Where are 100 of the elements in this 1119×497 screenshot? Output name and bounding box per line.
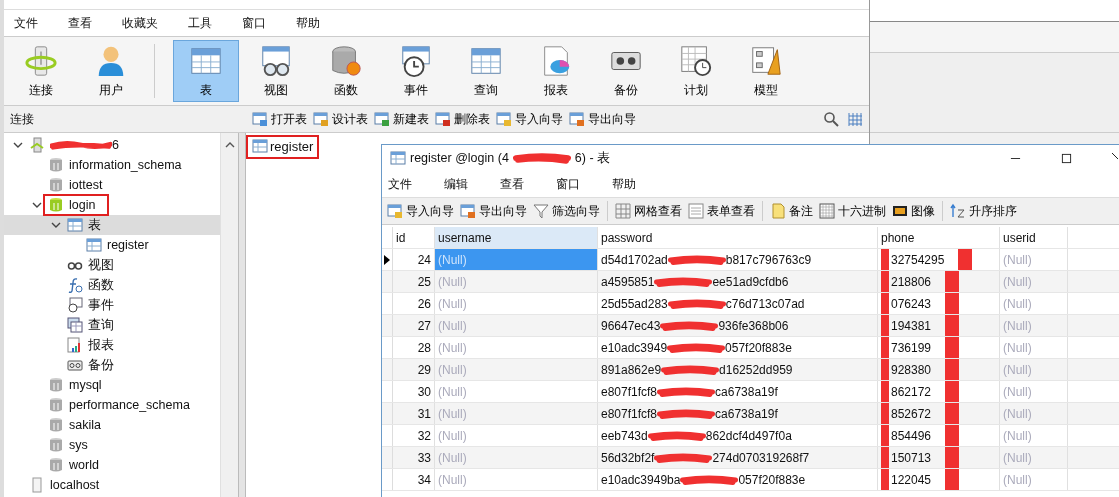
tree-item[interactable]: 函数	[64, 276, 117, 294]
toolbar-button[interactable]: 表单查看	[685, 202, 758, 220]
toolbar-button[interactable]: 视图	[243, 40, 309, 102]
table-cell: (Null)	[1000, 359, 1068, 380]
table-cell: (Null)	[1000, 469, 1068, 490]
tree-item[interactable]: 视图	[64, 256, 117, 274]
toolbar-button[interactable]: 表	[173, 40, 239, 102]
toolbar-button[interactable]: 设计表	[311, 110, 370, 128]
table-cell: 057f20f883e	[725, 340, 792, 355]
table-cell: 057f20f883e	[738, 472, 806, 487]
table-cell: (Null)	[435, 359, 598, 380]
table-cell: 30	[393, 381, 435, 402]
table-cell: (Null)	[1000, 271, 1068, 292]
tree-item[interactable]: 查询	[64, 316, 117, 334]
menu-item[interactable]: 帮助	[612, 175, 636, 193]
menu-item[interactable]: 文件	[388, 175, 412, 193]
toolbar-button[interactable]: 筛选向导	[530, 202, 603, 220]
toolbar-button[interactable]: 备份	[593, 40, 659, 102]
toolbar-button[interactable]: 事件	[383, 40, 449, 102]
table-cell: 25	[393, 271, 435, 292]
table-cell: eeb743d	[601, 428, 648, 443]
table-cell: 27	[393, 315, 435, 336]
toolbar-button[interactable]: 打开表	[250, 110, 309, 128]
menu-item[interactable]: 收藏夹	[118, 14, 170, 32]
table-cell: b817c796763c9	[725, 252, 812, 267]
toolbar-button[interactable]: 图像	[889, 202, 938, 220]
table-cell: (Null)	[1000, 425, 1068, 446]
column-header[interactable]: phone	[878, 227, 1000, 248]
table-cell: ca6738a19f	[715, 384, 778, 399]
table-cell: a4595851	[601, 274, 655, 289]
toolbar-button[interactable]: 模型	[733, 40, 799, 102]
tree-item[interactable]: information_schema	[45, 156, 185, 174]
toolbar-button[interactable]: 导出向导	[457, 202, 530, 220]
tree-item[interactable]: 报表	[64, 336, 117, 354]
tree-item[interactable]: register	[83, 236, 152, 254]
tree-item[interactable]: iottest	[45, 176, 106, 194]
table-cell: 32	[393, 425, 435, 446]
table-cell: 274d070319268f7	[712, 450, 810, 465]
table-cell: 218806	[891, 274, 932, 289]
tree-item[interactable]: 事件	[64, 296, 117, 314]
menu-item[interactable]: 文件	[10, 14, 50, 32]
menu-item[interactable]: 查看	[64, 14, 104, 32]
menu-item[interactable]: 编辑	[444, 175, 468, 193]
table-cell: c76d713c07ad	[725, 296, 805, 311]
menu-item[interactable]: 窗口	[556, 175, 580, 193]
tree-item[interactable]: mysql	[45, 376, 105, 394]
column-header[interactable]: password	[598, 227, 878, 248]
tree-item[interactable]: sys	[45, 436, 91, 454]
table-cell: (Null)	[435, 271, 598, 292]
toolbar-button[interactable]: 网格查看	[612, 202, 685, 220]
tree-item[interactable]: 备份	[64, 356, 117, 374]
toolbar-button[interactable]: 查询	[453, 40, 519, 102]
tree-item[interactable]: localhost	[26, 476, 103, 494]
toolbar-button[interactable]: 升序排序	[947, 202, 1020, 220]
table-cell: (Null)	[1000, 337, 1068, 358]
toolbar-button[interactable]: 导出向导	[567, 110, 638, 128]
table-cell: 28	[393, 337, 435, 358]
table-cell: 076243	[891, 296, 932, 311]
menu-item[interactable]: 工具	[184, 14, 224, 32]
column-header[interactable]: userid	[1000, 227, 1068, 248]
menu-item[interactable]: 帮助	[292, 14, 332, 32]
column-header[interactable]: username	[435, 227, 598, 248]
table-cell: (Null)	[1000, 315, 1068, 336]
table-cell: (Null)	[435, 315, 598, 336]
table-cell: 854496	[891, 428, 932, 443]
menu-item[interactable]: 窗口	[238, 14, 278, 32]
object-item[interactable]: register	[246, 135, 320, 159]
toolbar-button[interactable]: 导入向导	[384, 202, 457, 220]
window-title: register @login (4	[410, 151, 509, 165]
table-cell: e10adc3949ba	[601, 472, 681, 487]
table-cell: (Null)	[435, 337, 598, 358]
tree-item[interactable]: login	[45, 196, 108, 214]
toolbar-button[interactable]: 备注	[767, 202, 816, 220]
toolbar-button[interactable]: 计划	[663, 40, 729, 102]
toolbar-button[interactable]: 十六进制	[816, 202, 889, 220]
table-cell: e807f1fcf8	[601, 384, 658, 399]
table-cell: 736199	[891, 340, 932, 355]
panel-label: 连接	[10, 110, 35, 128]
tree-item[interactable]: world	[45, 456, 102, 474]
toolbar-button[interactable]: 用户	[78, 40, 144, 102]
table-cell: 150713	[891, 450, 932, 465]
toolbar-button[interactable]: 删除表	[433, 110, 492, 128]
toolbar-button[interactable]: 函数	[313, 40, 379, 102]
table-cell: ca6738a19f	[715, 406, 778, 421]
table-cell: 862dcf4d497f0a	[705, 428, 792, 443]
toolbar-button[interactable]: 连接	[8, 40, 74, 102]
tree-item[interactable]: 6	[26, 136, 122, 154]
toolbar-button[interactable]: 报表	[523, 40, 589, 102]
table-cell: 56d32bf2f	[601, 450, 655, 465]
tree-item[interactable]: sakila	[45, 416, 104, 434]
toolbar-button[interactable]: 导入向导	[494, 110, 565, 128]
toolbar-button[interactable]: 新建表	[372, 110, 431, 128]
table-cell: 31	[393, 403, 435, 424]
table-cell: (Null)	[1000, 403, 1068, 424]
tree-item[interactable]: 表	[64, 216, 104, 234]
table-cell: 891a862e9	[601, 362, 662, 377]
menu-item[interactable]: 查看	[500, 175, 524, 193]
table-cell: (Null)	[435, 293, 598, 314]
table-cell: 122045	[891, 472, 932, 487]
tree-item[interactable]: performance_schema	[45, 396, 193, 414]
